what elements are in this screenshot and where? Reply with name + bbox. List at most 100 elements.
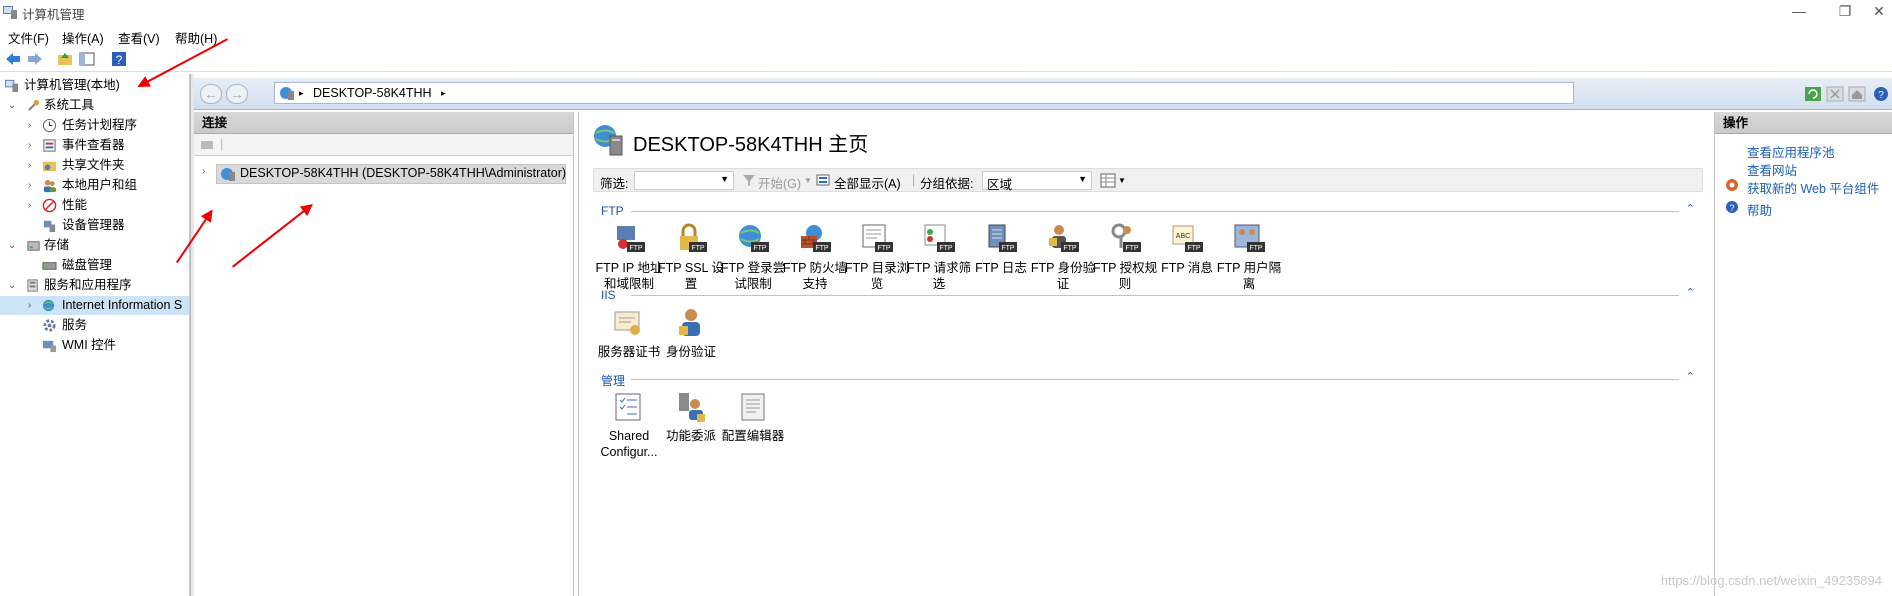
menu-file[interactable]: 文件(F) (8, 28, 49, 47)
window-title: 计算机管理 (22, 8, 85, 22)
section-divider (631, 295, 1679, 296)
tree-item-iis[interactable]: › Internet Information S (0, 296, 189, 315)
svg-text:FTP: FTP (939, 245, 953, 252)
chevron-down-icon[interactable]: ▼ (720, 174, 729, 184)
wmi-icon (42, 340, 57, 353)
expand-icon[interactable]: › (28, 116, 38, 135)
forward-icon[interactable] (26, 50, 44, 68)
help-icon[interactable]: ? (110, 50, 128, 68)
tree-root-label: 计算机管理(本地) (24, 78, 120, 92)
expand-icon[interactable]: › (28, 196, 38, 215)
tree-item-disk-management[interactable]: 磁盘管理 (0, 256, 189, 275)
show-all-button[interactable]: 全部显示(A) (834, 173, 901, 192)
action-view-sites[interactable]: 查看网站 (1747, 160, 1797, 179)
start-dropdown-icon[interactable]: ▼ (804, 176, 812, 185)
connections-pane: 连接 | › DESKTOP-58K4THH (DESKTOP-58K4THH\… (194, 112, 574, 596)
breadcrumb-separator[interactable]: ▸ (299, 88, 304, 99)
tree-item-services-apps[interactable]: ⌄ 服务和应用程序 (0, 276, 189, 295)
tree-item-task-scheduler[interactable]: › 任务计划程序 (0, 116, 189, 135)
feature-ftp-user-isolation[interactable]: FTP FTP 用户隔 离 (1211, 222, 1287, 292)
svg-text:FTP: FTP (877, 245, 891, 252)
view-mode-dropdown-icon[interactable]: ▼ (1118, 176, 1126, 185)
collapse-icon[interactable]: ⌄ (8, 96, 18, 115)
filter-divider: | (912, 173, 916, 187)
expand-icon[interactable]: › (28, 136, 38, 155)
address-bar: ← → ▸ DESKTOP-58K4THH ▸ ? (194, 78, 1892, 110)
filter-bar: 筛选: ▼ 开始(G) ▼ 全部显示(A) | 分组依据: 区域 ▼ ▼ (593, 168, 1703, 192)
section-iis[interactable]: IIS ⌃ (601, 286, 1699, 302)
connection-node-label: DESKTOP-58K4THH (DESKTOP-58K4THH\Adminis… (240, 166, 567, 180)
connect-icon[interactable] (200, 138, 214, 152)
collapse-icon[interactable]: ⌄ (8, 276, 18, 295)
collapse-icon[interactable]: ⌄ (8, 236, 18, 255)
action-help[interactable]: 帮助 (1747, 200, 1772, 219)
section-ftp[interactable]: FTP ⌃ (601, 202, 1699, 218)
svg-text:?: ? (1729, 203, 1734, 213)
svg-text:ABC: ABC (1176, 233, 1190, 240)
certificate-icon (614, 311, 640, 335)
section-management[interactable]: 管理 ⌃ (601, 370, 1699, 388)
feature-authentication[interactable]: 身份验证 (653, 306, 729, 360)
disk-icon (42, 262, 57, 270)
view-mode-icon[interactable] (1100, 173, 1116, 188)
collapse-section-icon[interactable]: ⌃ (1686, 370, 1695, 383)
tree-item-services[interactable]: 服务 (0, 316, 189, 335)
toolbar: ? (0, 48, 1892, 72)
svg-text:FTP: FTP (1063, 245, 1077, 252)
clock-icon (42, 118, 57, 133)
close-button[interactable]: ✕ (1866, 0, 1892, 24)
toolbar-divider: | (220, 136, 224, 151)
refresh-icon[interactable] (1804, 86, 1822, 102)
svg-text:FTP: FTP (1249, 245, 1263, 252)
collapse-section-icon[interactable]: ⌃ (1686, 202, 1695, 215)
menu-bar: 文件(F) 操作(A) 查看(V) 帮助(H) (0, 26, 1892, 48)
breadcrumb-separator[interactable]: ▸ (441, 88, 446, 99)
home-icon[interactable] (1848, 86, 1866, 102)
expand-icon[interactable]: › (28, 176, 38, 195)
show-hide-tree-icon[interactable] (78, 50, 96, 68)
tree-item-wmi[interactable]: WMI 控件 (0, 336, 189, 355)
tree-item-shared-folders[interactable]: › 共享文件夹 (0, 156, 189, 175)
users-icon (43, 179, 57, 193)
breadcrumb-segment[interactable]: DESKTOP-58K4THH (313, 86, 432, 100)
help-icon[interactable]: ? (1872, 86, 1890, 102)
iis-manager: ← → ▸ DESKTOP-58K4THH ▸ ? 连接 | › DESKTOP… (194, 74, 1892, 596)
expand-icon[interactable]: › (28, 156, 38, 175)
section-divider (631, 211, 1679, 212)
actions-pane: 操作 查看应用程序池 查看网站 获取新的 Web 平台组件 ? 帮助 (1714, 112, 1892, 596)
feature-configuration-editor[interactable]: 配置编辑器 (715, 390, 791, 444)
stop-icon[interactable] (1826, 86, 1844, 102)
menu-help[interactable]: 帮助(H) (175, 28, 217, 47)
funnel-icon (743, 175, 755, 186)
tree-item-storage[interactable]: ⌄ 存储 (0, 236, 189, 255)
expand-icon[interactable]: › (28, 296, 38, 315)
help-icon: ? (1726, 201, 1738, 213)
tree-root[interactable]: 计算机管理(本地) (4, 76, 189, 95)
up-folder-icon[interactable] (56, 50, 74, 68)
start-button[interactable]: 开始(G) (758, 173, 801, 192)
actions-header: 操作 (1715, 112, 1892, 134)
chevron-down-icon[interactable]: ▼ (1078, 174, 1087, 184)
page-title: DESKTOP-58K4THH 主页 (633, 134, 869, 156)
tree-item-local-users[interactable]: › 本地用户和组 (0, 176, 189, 195)
minimize-button[interactable]: — (1776, 0, 1822, 24)
expand-icon[interactable]: › (202, 166, 205, 177)
nav-back-button[interactable]: ← (200, 84, 222, 104)
tree-item-performance[interactable]: › 性能 (0, 196, 189, 215)
collapse-section-icon[interactable]: ⌃ (1686, 286, 1695, 299)
tree-item-system-tools[interactable]: ⌄ 系统工具 (0, 96, 189, 115)
filter-input[interactable]: ▼ (634, 171, 734, 190)
action-get-web-platform[interactable]: 获取新的 Web 平台组件 (1747, 178, 1879, 197)
menu-action[interactable]: 操作(A) (62, 28, 104, 47)
action-view-app-pools[interactable]: 查看应用程序池 (1747, 142, 1835, 161)
address-box[interactable]: ▸ DESKTOP-58K4THH ▸ (274, 82, 1574, 104)
group-by-select[interactable]: 区域 ▼ (982, 171, 1092, 192)
tree-item-event-viewer[interactable]: › 事件查看器 (0, 136, 189, 155)
svg-text:FTP: FTP (1125, 245, 1139, 252)
menu-view[interactable]: 查看(V) (118, 28, 160, 47)
computer-management-icon (4, 79, 19, 93)
tree-item-device-manager[interactable]: 设备管理器 (0, 216, 189, 235)
restore-button[interactable]: ❐ (1822, 0, 1868, 24)
back-icon[interactable] (4, 50, 22, 68)
nav-forward-button[interactable]: → (226, 84, 248, 104)
